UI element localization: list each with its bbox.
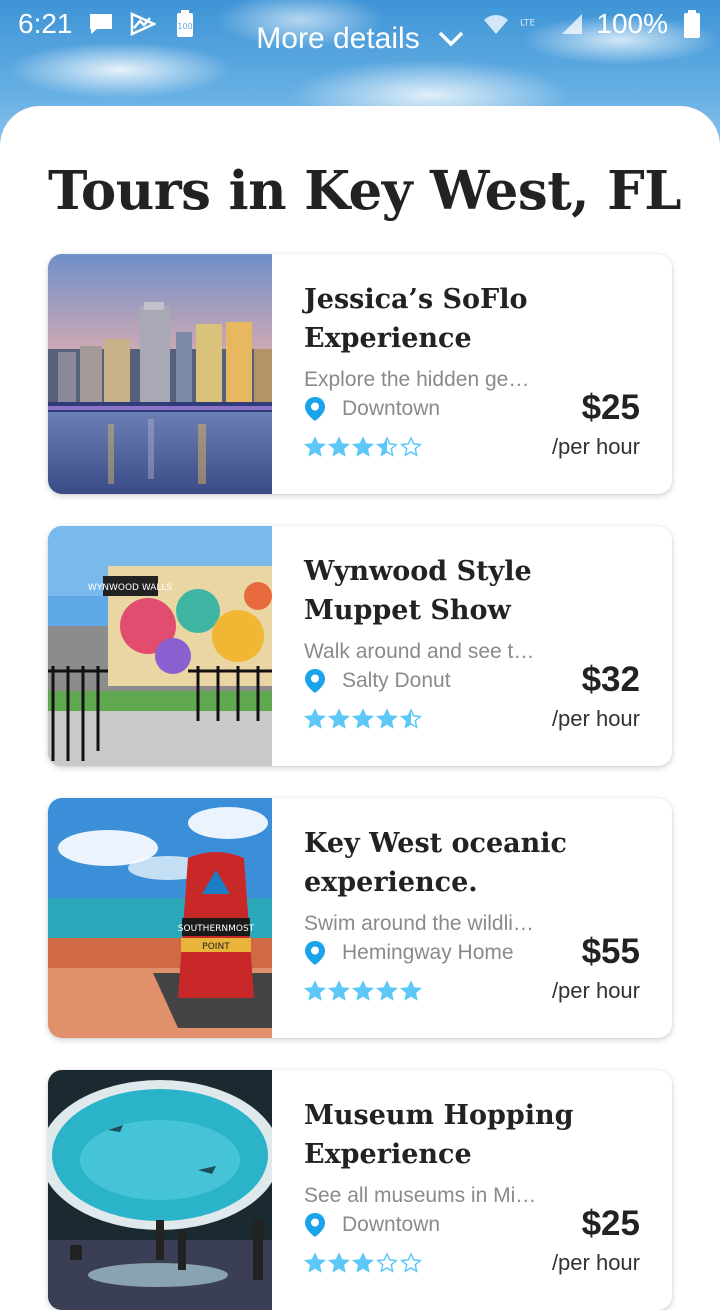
tour-description: Swim around the wildli…	[304, 912, 534, 935]
tour-title: Jessica’s SoFlo Experience	[304, 284, 528, 354]
tour-card[interactable]: SOUTHERNMOST POINT Key West oceanic expe…	[48, 798, 672, 1038]
rating-stars	[304, 1252, 422, 1274]
star-full-icon	[352, 436, 374, 457]
star-full-icon	[304, 1252, 326, 1273]
location-pin-icon	[305, 1213, 325, 1237]
star-half-icon	[376, 436, 398, 457]
page-title: Tours in Key West, FL	[48, 160, 681, 222]
tour-title: Key West oceanic experience.	[304, 828, 567, 898]
wynwood-walls-image: WYNWOOD WALLS	[48, 526, 272, 766]
chevron-down-icon	[438, 31, 463, 47]
price-unit: /per hour	[551, 706, 640, 731]
location-pin-icon	[305, 669, 325, 693]
tour-location-label: Hemingway Home	[342, 941, 514, 964]
star-full-icon	[352, 980, 374, 1001]
tour-location: Salty Donut	[304, 668, 451, 694]
star-full-icon	[328, 708, 350, 729]
tour-location: Downtown	[304, 1212, 440, 1238]
rating-stars	[304, 436, 422, 458]
tour-location-label: Salty Donut	[342, 669, 451, 692]
star-full-icon	[376, 708, 398, 729]
tour-location-label: Downtown	[342, 397, 441, 420]
tour-price: $25	[581, 1204, 640, 1243]
more-details-toggle[interactable]: More details	[0, 22, 720, 56]
star-full-icon	[304, 708, 326, 729]
star-empty-icon	[400, 1252, 422, 1273]
price-unit: /per hour	[551, 434, 640, 459]
tour-title: Wynwood Style Muppet Show	[304, 556, 532, 626]
tour-description: See all museums in Mi…	[304, 1184, 537, 1207]
star-full-icon	[304, 436, 326, 457]
city-skyline-image	[48, 254, 272, 494]
tour-description: Explore the hidden ge…	[304, 368, 530, 391]
tour-price: $55	[581, 932, 640, 971]
svg-text:POINT: POINT	[202, 942, 230, 952]
svg-text:WYNWOOD WALLS: WYNWOOD WALLS	[88, 583, 173, 593]
star-full-icon	[400, 980, 422, 1001]
star-full-icon	[328, 436, 350, 457]
location-pin-icon	[305, 397, 325, 421]
svg-text:SOUTHERNMOST: SOUTHERNMOST	[178, 924, 255, 934]
star-full-icon	[376, 980, 398, 1001]
more-details-label: More details	[256, 22, 420, 55]
star-half-icon	[400, 708, 422, 729]
tour-card[interactable]: WYNWOOD WALLS Wynwood Style Muppet Show …	[48, 526, 672, 766]
southernmost-point-image: SOUTHERNMOST POINT	[48, 798, 272, 1038]
tour-location-label: Downtown	[342, 1213, 441, 1236]
tour-card[interactable]: Museum Hopping Experience See all museum…	[48, 1070, 672, 1310]
price-unit: /per hour	[551, 978, 640, 1003]
star-empty-icon	[376, 1252, 398, 1273]
star-full-icon	[352, 1252, 374, 1273]
tour-card[interactable]: Jessica’s SoFlo Experience Explore the h…	[48, 254, 672, 494]
rating-stars	[304, 708, 422, 730]
tour-location: Hemingway Home	[304, 940, 514, 966]
location-pin-icon	[305, 941, 325, 965]
tour-location: Downtown	[304, 396, 440, 422]
star-full-icon	[352, 708, 374, 729]
aquarium-image	[48, 1070, 272, 1310]
tour-title: Museum Hopping Experience	[304, 1100, 574, 1170]
rating-stars	[304, 980, 422, 1002]
star-full-icon	[304, 980, 326, 1001]
star-full-icon	[328, 1252, 350, 1273]
tour-price: $25	[581, 388, 640, 427]
star-empty-icon	[400, 436, 422, 457]
star-full-icon	[328, 980, 350, 1001]
tour-description: Walk around and see t…	[304, 640, 535, 663]
price-unit: /per hour	[551, 1250, 640, 1275]
tour-price: $32	[581, 660, 640, 699]
